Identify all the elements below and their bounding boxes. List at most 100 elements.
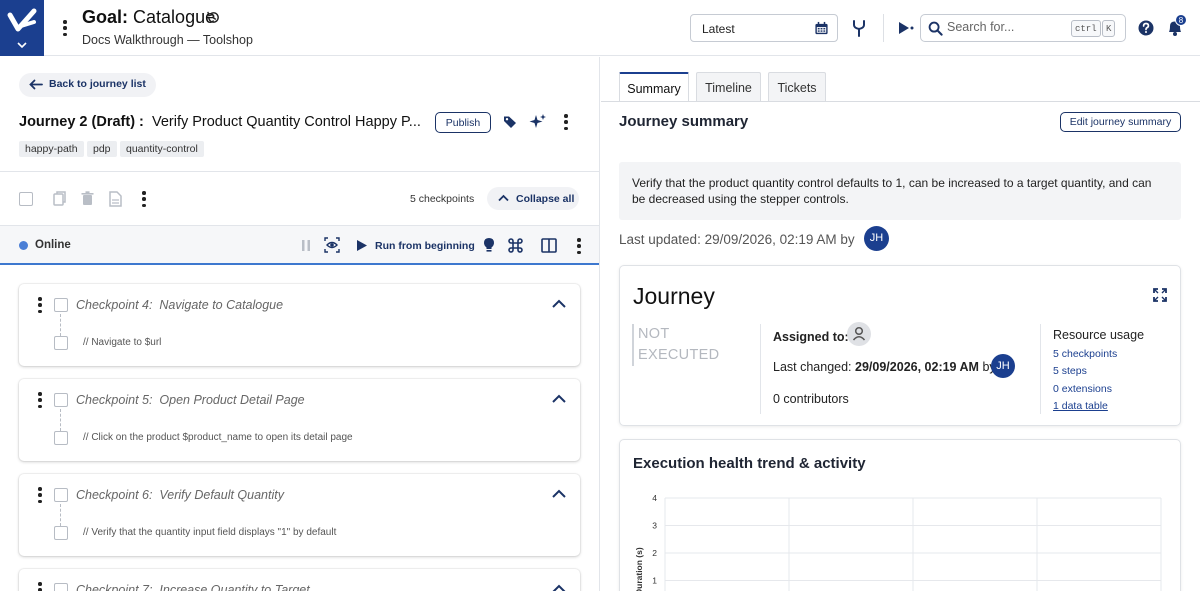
checkpoint-card[interactable]: Checkpoint 5: Open Product Detail Page /… [19, 379, 580, 461]
select-all-checkbox[interactable] [19, 192, 33, 206]
tabs-underline [601, 101, 1200, 102]
help-icon[interactable] [1138, 20, 1154, 36]
checkpoint-label: Checkpoint 5: [76, 393, 153, 407]
tab-summary[interactable]: Summary [619, 72, 689, 102]
last-changed: Last changed: 29/09/2026, 02:19 AM by [773, 360, 996, 374]
online-status-dot [19, 241, 28, 250]
publish-button[interactable]: Publish [435, 112, 491, 133]
chevron-up-icon[interactable] [552, 299, 566, 308]
chevron-up-icon[interactable] [552, 394, 566, 403]
checkpoints-count: 5 checkpoints [410, 193, 475, 205]
version-select-value: Latest [702, 22, 735, 36]
kebab-icon [37, 297, 43, 313]
checkpoint-card[interactable]: Checkpoint 4: Navigate to Catalogue // N… [19, 284, 580, 366]
resource-usage-heading: Resource usage [1053, 328, 1145, 342]
last-changed-label: Last changed: [773, 360, 852, 374]
expand-icon[interactable] [1153, 288, 1167, 302]
branch-icon[interactable] [851, 19, 867, 37]
execution-health-card: Execution health trend & activity 4 3 2 1 D… [619, 439, 1181, 591]
split-view-icon[interactable] [541, 238, 557, 253]
checkpoint-toolbar: 5 checkpoints Collapse all [0, 171, 599, 225]
avatar[interactable]: JH [864, 226, 889, 251]
avatar[interactable]: JH [991, 354, 1015, 378]
summary-heading: Journey summary [619, 113, 749, 130]
step-text[interactable]: // Click on the product $product_name to… [83, 432, 353, 443]
lightbulb-icon[interactable] [483, 237, 495, 254]
goal-subtitle: Docs Walkthrough — Toolshop [82, 33, 253, 47]
kebab-icon [37, 487, 43, 503]
y-tick-label: 4 [652, 493, 657, 503]
kebab-icon [563, 114, 569, 130]
run-toolbar-more-button[interactable] [576, 238, 582, 254]
tag-pdp[interactable]: pdp [87, 141, 117, 157]
step-checkbox[interactable] [54, 431, 68, 445]
edit-summary-button[interactable]: Edit journey summary [1060, 112, 1181, 132]
divider [760, 324, 761, 414]
chevron-up-icon[interactable] [552, 584, 566, 591]
toolbar-more-button[interactable] [141, 191, 147, 207]
checkpoint-title: Checkpoint 6: Verify Default Quantity [76, 488, 284, 502]
tag-happy-path[interactable]: happy-path [19, 141, 84, 157]
checkpoint-checkbox[interactable] [54, 583, 68, 591]
search-box[interactable]: ctrl K [920, 14, 1126, 42]
checkpoint-label: Checkpoint 6: [76, 488, 153, 502]
unassigned-avatar[interactable] [847, 322, 871, 346]
checkpoint-title: Checkpoint 7: Increase Quantity to Targe… [76, 583, 310, 591]
resource-steps-link[interactable]: 5 steps [1053, 365, 1087, 377]
checkpoint-card[interactable]: Checkpoint 6: Verify Default Quantity //… [19, 474, 580, 556]
health-chart-title: Execution health trend & activity [633, 455, 866, 472]
tab-tickets[interactable]: Tickets [768, 72, 826, 101]
back-to-journeys-button[interactable]: Back to journey list [19, 73, 156, 97]
checkpoint-checkbox[interactable] [54, 393, 68, 407]
goal-menu-button[interactable] [62, 20, 68, 36]
checkpoint-checkbox[interactable] [54, 488, 68, 502]
checkpoint-name: Navigate to Catalogue [159, 298, 284, 312]
tag-quantity-control[interactable]: quantity-control [120, 141, 204, 157]
goal-name: Catalogue [133, 7, 216, 27]
version-select[interactable]: Latest [690, 14, 838, 42]
y-tick-label: 1 [652, 576, 657, 586]
checkpoint-label: Checkpoint 7: [76, 583, 153, 591]
delete-icon[interactable] [81, 191, 94, 206]
kebab-icon [62, 20, 68, 36]
assigned-to-label: Assigned to: [773, 330, 849, 344]
checkpoint-card[interactable]: Checkpoint 7: Increase Quantity to Targe… [19, 569, 580, 591]
app-logo[interactable] [0, 0, 44, 56]
copy-icon[interactable] [53, 191, 67, 207]
checkpoint-menu-button[interactable] [37, 487, 43, 503]
resource-data-table-link[interactable]: 1 data table [1053, 400, 1108, 412]
step-text[interactable]: // Verify that the quantity input field … [83, 527, 336, 538]
chevron-up-icon[interactable] [552, 489, 566, 498]
run-icon[interactable] [897, 20, 915, 36]
step-text[interactable]: // Navigate to $url [83, 337, 161, 348]
chevron-down-icon [17, 42, 27, 49]
collapse-all-button[interactable]: Collapse all [487, 187, 579, 210]
search-icon [928, 21, 943, 36]
journey-more-button[interactable] [563, 114, 569, 130]
run-toolbar: Online Run from beginning [0, 225, 599, 265]
command-icon[interactable] [508, 238, 523, 253]
top-bar: Goal: Catalogue Docs Walkthrough — Tools… [0, 0, 1200, 56]
tag-icon[interactable] [503, 115, 517, 129]
checkpoint-menu-button[interactable] [37, 392, 43, 408]
checkpoint-checkbox[interactable] [54, 298, 68, 312]
tab-timeline[interactable]: Timeline [696, 72, 761, 101]
observe-icon[interactable] [324, 237, 340, 253]
divider [1040, 324, 1041, 414]
notifications-button[interactable]: 8 [1166, 14, 1187, 37]
logo-icon [7, 8, 37, 32]
document-icon[interactable] [108, 191, 123, 207]
journey-title-prefix: Journey 2 (Draft) : [19, 114, 144, 130]
step-checkbox[interactable] [54, 526, 68, 540]
sparkle-icon[interactable] [529, 113, 547, 131]
search-input[interactable] [947, 20, 1057, 34]
checkpoint-menu-button[interactable] [37, 582, 43, 591]
step-checkbox[interactable] [54, 336, 68, 350]
pause-icon[interactable] [301, 239, 311, 252]
step-connector [60, 314, 61, 336]
resource-extensions-link[interactable]: 0 extensions [1053, 383, 1112, 395]
resource-checkpoints-link[interactable]: 5 checkpoints [1053, 348, 1117, 360]
checkpoint-menu-button[interactable] [37, 297, 43, 313]
kebab-icon [37, 582, 43, 591]
history-icon[interactable] [206, 10, 221, 25]
